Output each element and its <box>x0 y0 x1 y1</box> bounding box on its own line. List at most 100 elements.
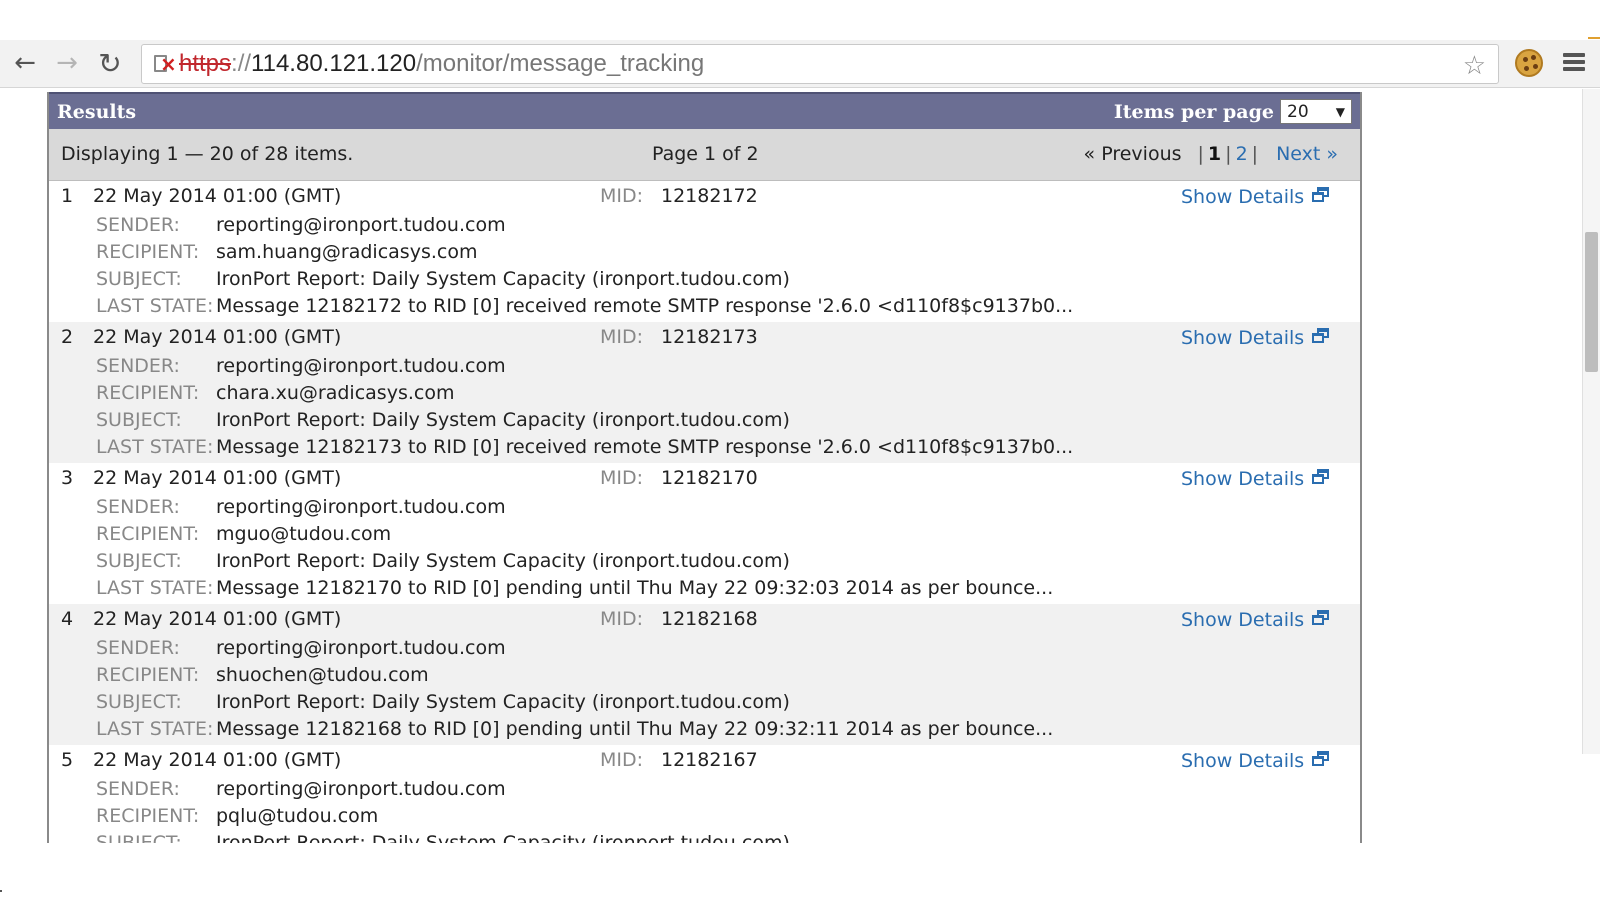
last-state-field: LAST STATE: Message 12182173 to RID [0] r… <box>96 436 1073 458</box>
show-details-label[interactable]: Show Details <box>1181 609 1304 631</box>
popout-window-icon[interactable] <box>1312 186 1330 202</box>
message-date: 22 May 2014 01:00 (GMT) <box>93 326 342 348</box>
last-state-value: Message 12182172 to RID [0] received rem… <box>216 295 1074 317</box>
back-arrow-icon[interactable]: ← <box>10 48 40 78</box>
message-row: 3 22 May 2014 01:00 (GMT) MID: 12182170 … <box>49 463 1360 604</box>
subject-value: IronPort Report: Daily System Capacity (… <box>216 691 790 713</box>
popout-window-icon[interactable] <box>1312 327 1330 343</box>
message-date: 22 May 2014 01:00 (GMT) <box>93 608 342 630</box>
scrollbar-thumb[interactable] <box>1585 232 1598 372</box>
mid-value: 12182173 <box>661 326 758 348</box>
recipient-value: pqlu@tudou.com <box>216 805 379 827</box>
subject-value: IronPort Report: Daily System Capacity (… <box>216 832 790 843</box>
popout-window-icon[interactable] <box>1312 609 1330 625</box>
subject-field: SUBJECT: IronPort Report: Daily System Ca… <box>96 409 790 431</box>
sender-field: SENDER: reporting@ironport.tudou.com <box>96 355 506 377</box>
subject-field: SUBJECT: IronPort Report: Daily System Ca… <box>96 268 790 290</box>
url-separator: :// <box>231 50 252 77</box>
insecure-page-icon[interactable]: × <box>151 51 177 77</box>
subject-field: SUBJECT: IronPort Report: Daily System Ca… <box>96 550 790 572</box>
mid-value: 12182172 <box>661 185 758 207</box>
url-host: 114.80.121.120 <box>251 50 417 77</box>
sender-label: SENDER: <box>96 778 180 800</box>
show-details-link[interactable]: Show Details <box>1181 186 1330 208</box>
recipient-label: RECIPIENT: <box>96 523 200 545</box>
recipient-value: sam.huang@radicasys.com <box>216 241 478 263</box>
previous-link[interactable]: « Previous <box>1084 143 1182 165</box>
results-header: Results Items per page 20 ▼ <box>49 92 1360 129</box>
pagination-bar: Displaying 1 — 20 of 28 items. Page 1 of… <box>49 129 1360 181</box>
recipient-field: RECIPIENT: chara.xu@radicasys.com <box>96 382 454 404</box>
reload-icon[interactable]: ↻ <box>95 47 125 80</box>
show-details-label[interactable]: Show Details <box>1181 327 1304 349</box>
sender-label: SENDER: <box>96 355 180 377</box>
address-bar[interactable]: × https://114.80.121.120/monitor/message… <box>141 44 1499 84</box>
cookie-extension-icon[interactable] <box>1515 49 1543 77</box>
forward-arrow-icon[interactable]: → <box>52 48 82 78</box>
bottom-blank-area <box>0 843 1600 900</box>
items-per-page-label: Items per page <box>1113 100 1274 123</box>
subject-field: SUBJECT: IronPort Report: Daily System Ca… <box>96 832 790 843</box>
sender-value: reporting@ironport.tudou.com <box>216 637 506 659</box>
mid-value: 12182170 <box>661 467 758 489</box>
bookmark-star-icon[interactable]: ☆ <box>1463 51 1486 81</box>
message-row: 5 22 May 2014 01:00 (GMT) MID: 12182167 … <box>49 745 1360 843</box>
popout-window-icon[interactable] <box>1312 468 1330 484</box>
show-details-link[interactable]: Show Details <box>1181 750 1330 772</box>
show-details-label[interactable]: Show Details <box>1181 186 1304 208</box>
recipient-label: RECIPIENT: <box>96 241 200 263</box>
edge-mark <box>0 890 2 892</box>
items-per-page-value: 20 <box>1287 101 1309 122</box>
row-number: 4 <box>61 608 74 630</box>
page-indicator: Page 1 of 2 <box>652 143 759 165</box>
last-state-label: LAST STATE: <box>96 577 214 599</box>
mid-value: 12182168 <box>661 608 758 630</box>
mid-label: MID: <box>600 608 644 630</box>
sender-field: SENDER: reporting@ironport.tudou.com <box>96 637 506 659</box>
show-details-label[interactable]: Show Details <box>1181 468 1304 490</box>
recipient-value: shuochen@tudou.com <box>216 664 429 686</box>
last-state-field: LAST STATE: Message 12182168 to RID [0] p… <box>96 718 1053 740</box>
items-per-page-control: Items per page 20 ▼ <box>1114 99 1352 124</box>
browser-menu-icon[interactable] <box>1563 50 1585 76</box>
row-number: 3 <box>61 467 74 489</box>
recipient-value: mguo@tudou.com <box>216 523 392 545</box>
row-number: 5 <box>61 749 74 771</box>
pager-divider: | <box>1225 143 1232 165</box>
next-link[interactable]: Next » <box>1276 143 1338 165</box>
recipient-field: RECIPIENT: sam.huang@radicasys.com <box>96 241 477 263</box>
message-date: 22 May 2014 01:00 (GMT) <box>93 185 342 207</box>
sender-field: SENDER: reporting@ironport.tudou.com <box>96 496 506 518</box>
pagination-nav: « Previous | 1 | 2 | Next » <box>1084 143 1338 165</box>
message-row: 2 22 May 2014 01:00 (GMT) MID: 12182173 … <box>49 322 1360 463</box>
subject-label: SUBJECT: <box>96 832 182 843</box>
subject-label: SUBJECT: <box>96 550 182 572</box>
current-page: 1 <box>1207 143 1222 165</box>
sender-field: SENDER: reporting@ironport.tudou.com <box>96 214 506 236</box>
subject-label: SUBJECT: <box>96 691 182 713</box>
url-scheme: https <box>179 50 232 77</box>
subject-field: SUBJECT: IronPort Report: Daily System Ca… <box>96 691 790 713</box>
last-state-value: Message 12182168 to RID [0] pending unti… <box>216 718 1054 740</box>
popout-window-icon[interactable] <box>1312 750 1330 766</box>
results-title: Results <box>57 100 137 123</box>
pager-divider: | <box>1251 143 1259 165</box>
last-state-label: LAST STATE: <box>96 436 214 458</box>
items-per-page-select[interactable]: 20 ▼ <box>1280 99 1352 124</box>
show-details-link[interactable]: Show Details <box>1181 327 1330 349</box>
dropdown-arrow-icon: ▼ <box>1335 104 1345 119</box>
show-details-label[interactable]: Show Details <box>1181 750 1304 772</box>
url-path: /monitor/message_tracking <box>416 50 705 77</box>
url-text[interactable]: https://114.80.121.120/monitor/message_t… <box>179 44 704 84</box>
page-scrollbar[interactable] <box>1582 89 1600 754</box>
recipient-field: RECIPIENT: mguo@tudou.com <box>96 523 391 545</box>
last-state-field: LAST STATE: Message 12182170 to RID [0] p… <box>96 577 1053 599</box>
window-corner-mark <box>1588 37 1600 39</box>
sender-label: SENDER: <box>96 496 180 518</box>
show-details-link[interactable]: Show Details <box>1181 468 1330 490</box>
show-details-link[interactable]: Show Details <box>1181 609 1330 631</box>
subject-label: SUBJECT: <box>96 268 182 290</box>
mid-label: MID: <box>600 185 644 207</box>
subject-value: IronPort Report: Daily System Capacity (… <box>216 550 790 572</box>
page-2-link[interactable]: 2 <box>1236 143 1248 165</box>
